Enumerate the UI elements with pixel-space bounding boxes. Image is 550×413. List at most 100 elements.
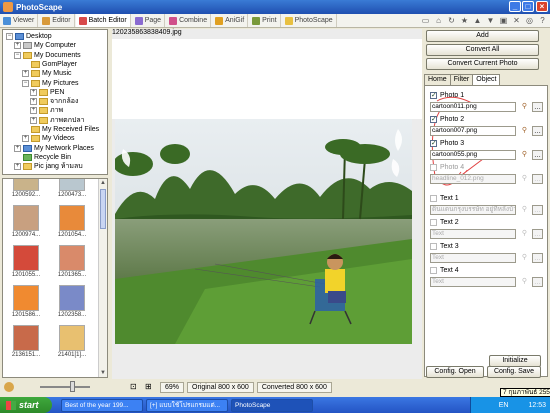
tab-editor[interactable]: Editor [39, 14, 75, 27]
thumbnail-item[interactable]: 1201054... [53, 205, 91, 238]
taskbar-item[interactable]: PhotoScape [231, 398, 313, 412]
tab-photoscape[interactable]: PhotoScape [282, 14, 337, 27]
expand-icon[interactable]: + [30, 116, 37, 124]
photo-file-field[interactable]: cartoon055.png [430, 150, 516, 160]
thumbnail-scrollbar[interactable]: ▲ ▼ [98, 179, 107, 377]
minimize-button[interactable]: _ [509, 1, 521, 12]
text-style-button[interactable]: … [532, 205, 543, 215]
taskbar-item[interactable]: [+] แบบใช้โปรแกรมแต่... [146, 398, 228, 412]
tab-page[interactable]: Page [132, 14, 166, 27]
config-open-button[interactable]: Config. Open [426, 366, 484, 378]
expand-icon[interactable]: + [30, 107, 37, 115]
tab-anigif[interactable]: AniGif [212, 14, 249, 27]
text-input-field[interactable]: Text [430, 253, 516, 263]
maximize-button[interactable]: □ [522, 1, 534, 12]
language-indicator[interactable]: EN [499, 402, 509, 409]
tab-object[interactable]: Object [472, 74, 501, 85]
refresh-icon[interactable]: ↻ [446, 15, 457, 26]
tree-node[interactable]: − My Documents [14, 51, 81, 60]
browse-file-button[interactable]: … [532, 174, 543, 184]
thumbnail-item[interactable]: 1202358... [53, 285, 91, 318]
clock[interactable]: 12:53 [528, 402, 546, 409]
preview-photo[interactable] [115, 119, 412, 344]
browse-file-button[interactable]: … [532, 150, 543, 160]
thumbnail-item[interactable]: 1201365... [53, 245, 91, 278]
taskbar-item[interactable]: Best of the year 199... [61, 398, 143, 412]
text-position-icon[interactable]: ⚲ [519, 253, 530, 263]
expand-icon[interactable]: + [30, 88, 37, 96]
tree-node[interactable]: GomPlayer [22, 60, 77, 69]
expand-icon[interactable]: + [22, 70, 29, 78]
tab-combine[interactable]: Combine [166, 14, 212, 27]
object-position-icon[interactable]: ⚲ [519, 126, 530, 136]
photo-checkbox[interactable] [430, 163, 437, 171]
thumbnail-item[interactable]: 1200473... [53, 179, 91, 198]
folder-icon[interactable]: ▭ [420, 15, 431, 26]
folder-tree[interactable]: − Desktop + My Computer − My Documents GomPlay… [2, 29, 108, 175]
text-style-button[interactable]: … [532, 229, 543, 239]
tab-print[interactable]: Print [249, 14, 281, 27]
collapse-icon[interactable]: − [22, 79, 29, 87]
text-style-button[interactable]: … [532, 277, 543, 287]
browse-file-button[interactable]: … [532, 126, 543, 136]
photo-checkbox[interactable]: ✓ [430, 139, 437, 147]
tree-node[interactable]: + Pic jang ห้ามลบ [14, 162, 83, 171]
photo-checkbox[interactable]: ✓ [430, 115, 437, 123]
thumbnail-size-slider[interactable] [70, 381, 75, 392]
help-icon[interactable]: ? [537, 15, 548, 26]
thumbnail-item[interactable]: 1200592... [7, 179, 45, 198]
move-down-icon[interactable]: ▼ [485, 15, 496, 26]
favorite-star-icon[interactable]: ★ [459, 15, 470, 26]
text-input-field[interactable]: ดินแดนกรุงบรรษัท อยู่ที่หลังบ้าน [430, 205, 516, 215]
expand-icon[interactable]: + [14, 163, 21, 171]
expand-icon[interactable]: + [14, 42, 21, 50]
text-checkbox[interactable] [430, 266, 437, 274]
text-checkbox[interactable] [430, 242, 437, 250]
thumbnail-item[interactable]: 1201586... [7, 285, 45, 318]
tree-node[interactable]: + My Computer [14, 41, 76, 50]
delete-icon[interactable]: ✕ [511, 15, 522, 26]
collapse-icon[interactable]: − [6, 33, 13, 40]
home-icon[interactable]: ⌂ [433, 15, 444, 26]
thumbnail-size-track[interactable] [40, 386, 90, 388]
text-position-icon[interactable]: ⚲ [519, 229, 530, 239]
text-checkbox[interactable] [430, 194, 437, 202]
zoom-fit-icon[interactable]: ⊡ [130, 382, 142, 393]
close-button[interactable]: × [536, 1, 548, 12]
tab-viewer[interactable]: Viewer [0, 14, 39, 27]
move-up-icon[interactable]: ▲ [472, 15, 483, 26]
photo-checkbox[interactable]: ✓ [430, 91, 437, 99]
tree-node[interactable]: + My Videos [22, 134, 75, 143]
text-position-icon[interactable]: ⚲ [519, 205, 530, 215]
tree-node[interactable]: + My Network Places [14, 144, 94, 153]
scroll-up-arrow-icon[interactable]: ▲ [99, 179, 107, 187]
text-style-button[interactable]: … [532, 253, 543, 263]
text-input-field[interactable]: Text [430, 229, 516, 239]
tree-node[interactable]: − Desktop [6, 32, 52, 41]
tree-node[interactable]: + ภาพตกปลา [30, 114, 85, 126]
collapse-icon[interactable]: − [14, 51, 21, 59]
expand-icon[interactable]: + [30, 98, 37, 106]
text-checkbox[interactable] [430, 218, 437, 226]
config-save-button[interactable]: Config. Save [487, 366, 541, 378]
text-input-field[interactable]: Text [430, 277, 516, 287]
tree-node[interactable]: − My Pictures [22, 79, 79, 88]
photo-file-field[interactable]: cartoon007.png [430, 126, 516, 136]
convert-all-button[interactable]: Convert All [426, 44, 539, 56]
tree-node[interactable]: My Received Files [22, 125, 99, 134]
text-position-icon[interactable]: ⚲ [519, 277, 530, 287]
tab-home[interactable]: Home [424, 74, 451, 85]
photo-file-field[interactable]: headline_012.png [430, 174, 516, 184]
settings-icon[interactable]: ◎ [524, 15, 535, 26]
thumbnail-item[interactable]: 1200974... [7, 205, 45, 238]
scroll-down-arrow-icon[interactable]: ▼ [99, 369, 107, 377]
tab-batch-editor[interactable]: Batch Editor [75, 14, 131, 27]
tab-filter[interactable]: Filter [449, 74, 474, 85]
add-button[interactable]: Add [426, 30, 539, 42]
thumbnail-item[interactable]: 1201055... [7, 245, 45, 278]
new-folder-icon[interactable]: ▣ [498, 15, 509, 26]
thumbnail-item[interactable]: 2136151... [7, 325, 45, 358]
start-button[interactable]: start [0, 397, 52, 413]
convert-current-photo-button[interactable]: Convert Current Photo [426, 58, 539, 70]
object-position-icon[interactable]: ⚲ [519, 150, 530, 160]
